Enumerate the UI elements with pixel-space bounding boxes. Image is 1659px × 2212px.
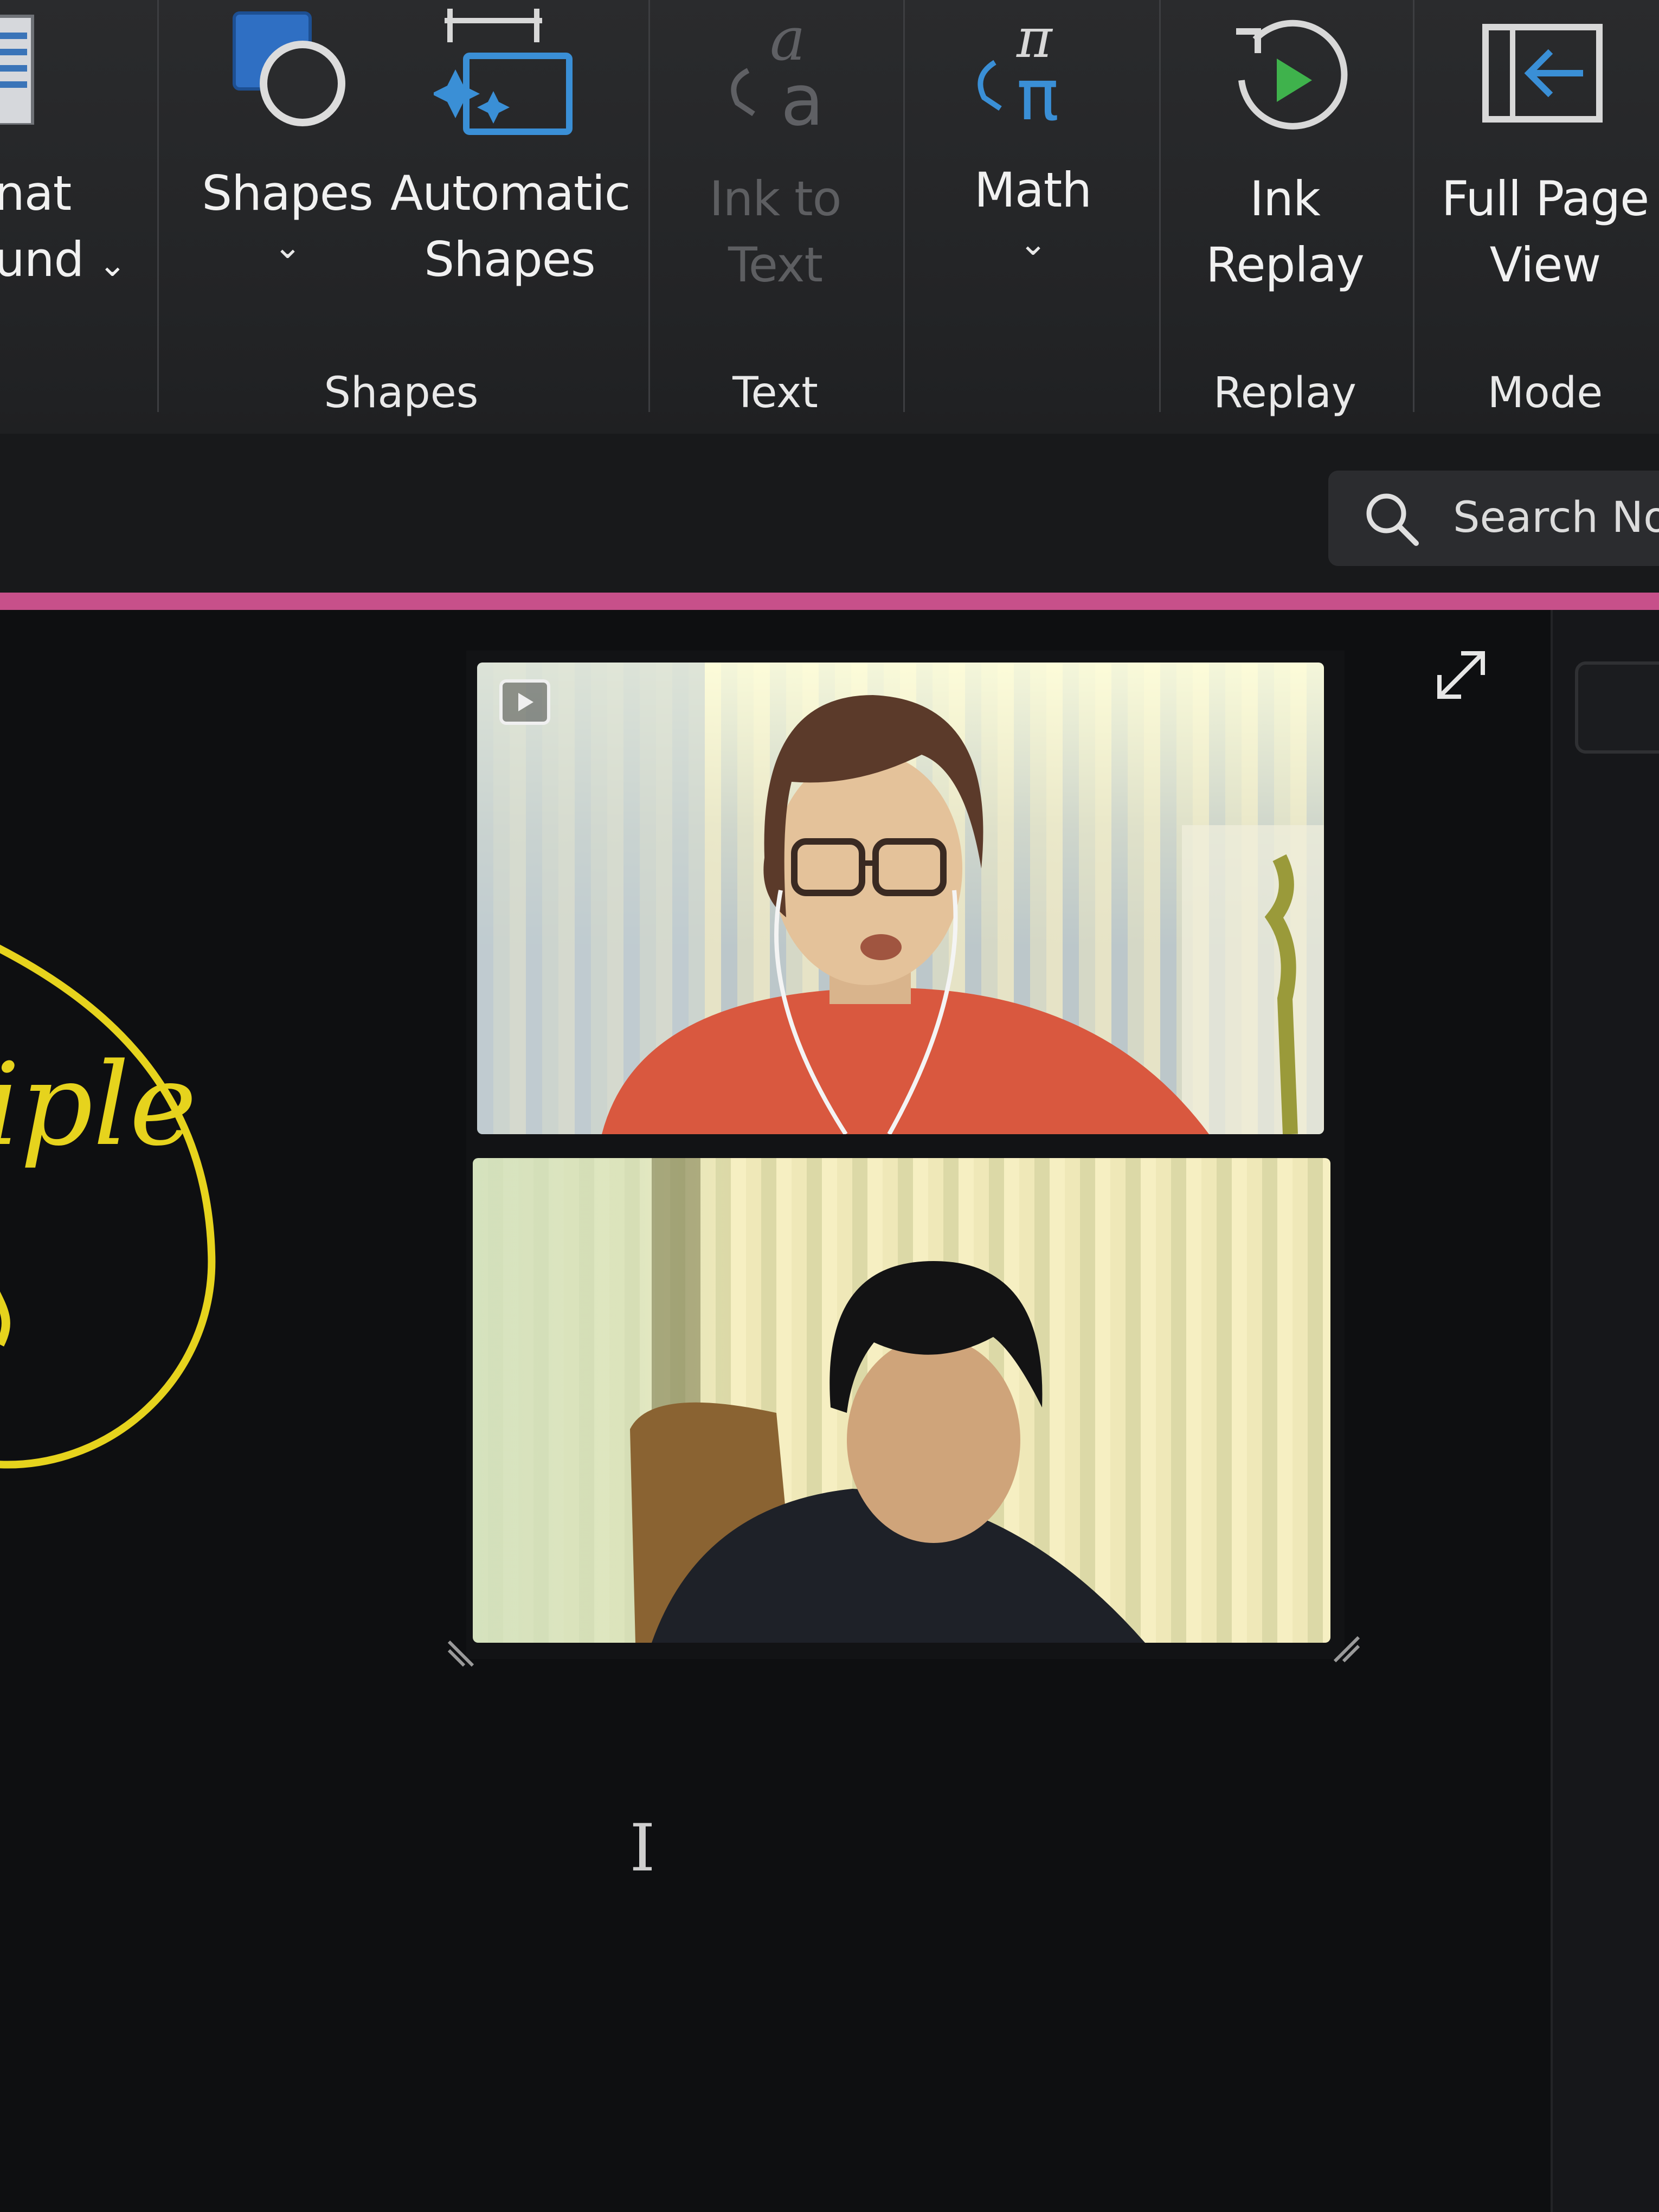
page-list-panel — [1551, 610, 1659, 2212]
ink-replay-icon — [1225, 15, 1350, 140]
ink-to-text-label-1: Ink to — [709, 171, 841, 227]
math-button[interactable]: Math ⌄ — [943, 157, 1122, 263]
page-format-icon — [0, 11, 38, 126]
participant-1-video — [477, 663, 1324, 1134]
ink-replay-label-2: Replay — [1206, 237, 1365, 293]
group-separator — [648, 0, 650, 412]
shapes-button-label: Shapes — [202, 165, 373, 221]
automatic-shapes-button[interactable]: Automatic Shapes — [390, 160, 631, 293]
resize-handle-bottom-right[interactable] — [1329, 1632, 1362, 1664]
format-background-label-2-text: und — [0, 232, 84, 287]
expand-icon[interactable] — [1431, 645, 1491, 705]
text-cursor-icon: I — [629, 1811, 655, 1886]
resize-handle-bottom-left[interactable] — [446, 1636, 478, 1669]
full-page-view-label-1: Full Page — [1441, 171, 1650, 227]
ink-to-text-label-2: Text — [728, 237, 823, 293]
full-page-view-button[interactable]: Full Page View — [1431, 166, 1659, 298]
ribbon: nat und ⌄ Shapes ⌄ Automatic Shapes Shap… — [0, 0, 1659, 434]
math-button-label: Math — [974, 162, 1092, 218]
automatic-shapes-label-1: Automatic — [390, 165, 631, 221]
group-label-shapes: Shapes — [324, 369, 479, 417]
svg-text:π: π — [1017, 54, 1059, 130]
chevron-down-icon: ⌄ — [273, 227, 302, 266]
ink-to-text-icon: a a — [716, 4, 846, 142]
group-separator — [903, 0, 905, 412]
group-label-mode: Mode — [1487, 369, 1603, 417]
ink-drawing: iple — [0, 933, 228, 1486]
page-list-button[interactable] — [1575, 661, 1659, 754]
video-icon[interactable] — [498, 678, 552, 726]
chevron-down-icon: ⌄ — [98, 245, 126, 284]
math-icon: π π — [965, 5, 1095, 136]
shapes-button[interactable]: Shapes ⌄ — [201, 160, 374, 267]
format-background-label-1: nat — [0, 165, 72, 221]
search-placeholder: Search Not — [1453, 493, 1659, 542]
automatic-shapes-icon — [431, 4, 580, 140]
participant-2-video — [630, 1158, 1145, 1643]
group-separator — [157, 0, 159, 412]
full-page-view-label-2: View — [1489, 237, 1602, 293]
shapes-icon — [228, 8, 352, 132]
ink-replay-button[interactable]: Ink Replay — [1193, 166, 1377, 298]
chevron-down-icon: ⌄ — [1019, 223, 1047, 263]
group-separator — [1413, 0, 1414, 412]
ink-to-text-button[interactable]: Ink to Text — [683, 166, 867, 298]
group-separator — [1159, 0, 1161, 412]
full-page-view-icon — [1480, 22, 1610, 130]
format-background-label-2: und ⌄ — [0, 227, 136, 298]
video-tile-student[interactable] — [473, 1158, 1330, 1643]
svg-text:a: a — [781, 59, 824, 136]
video-tile-teacher[interactable] — [477, 663, 1324, 1134]
group-label-text: Text — [732, 369, 818, 417]
ink-replay-label-1: Ink — [1250, 171, 1321, 227]
ink-handwriting-text: iple — [0, 1038, 197, 1171]
section-color-bar — [0, 593, 1659, 610]
group-label-replay: Replay — [1213, 369, 1356, 417]
automatic-shapes-label-2: Shapes — [424, 232, 595, 287]
format-background-button[interactable]: nat und ⌄ — [0, 160, 136, 298]
search-icon[interactable] — [1362, 489, 1422, 549]
